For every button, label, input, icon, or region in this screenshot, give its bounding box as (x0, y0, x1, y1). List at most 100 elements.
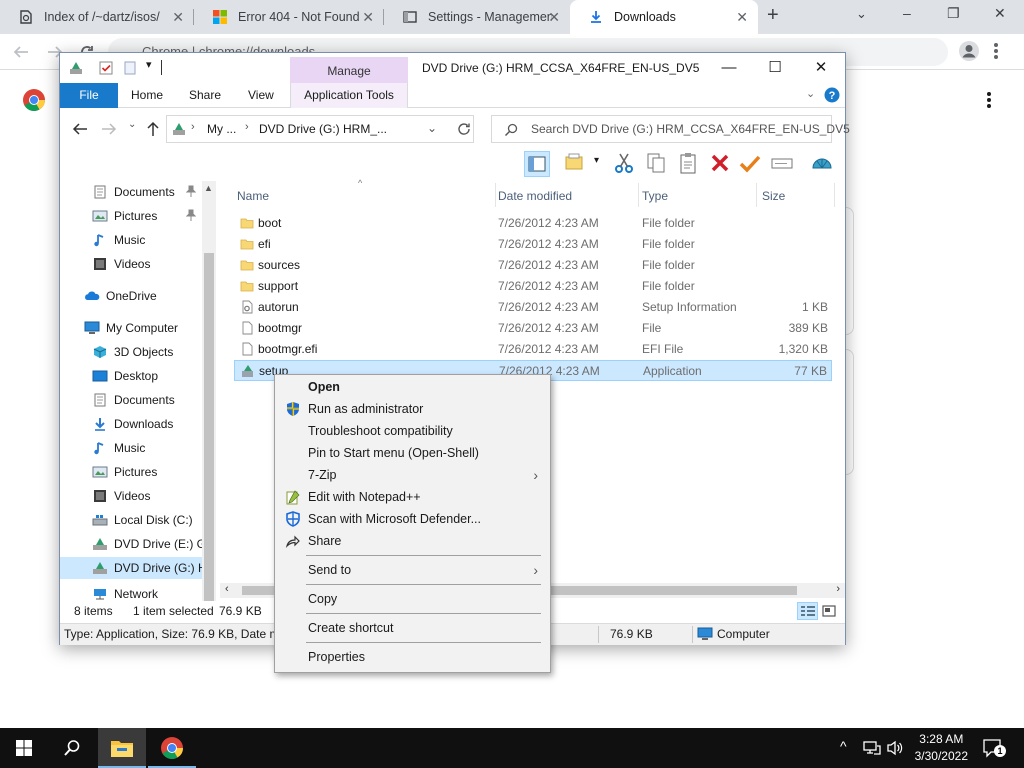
chrome-minimize-button[interactable]: – (903, 5, 911, 21)
notification-center-button[interactable]: 1 (982, 738, 1006, 758)
chrome-close-button[interactable]: ✕ (994, 5, 1006, 22)
rename-button[interactable] (770, 151, 796, 177)
column-divider[interactable] (756, 183, 757, 207)
chrome-tab-2[interactable]: Error 404 - Not Found ✕ (194, 0, 384, 34)
recent-locations-chevron-icon[interactable]: ⌄ (128, 119, 136, 130)
new-tab-button[interactable]: + (767, 4, 779, 27)
open-shell-settings-button[interactable] (810, 151, 836, 177)
column-header-size[interactable]: Size (762, 185, 785, 207)
search-input[interactable]: Search DVD Drive (G:) HRM_CCSA_X64FRE_EN… (491, 115, 850, 143)
page-menu-icon[interactable] (986, 91, 992, 109)
file-row-efi[interactable]: efi 7/26/2012 4:23 AM File folder (234, 234, 832, 255)
tab-view[interactable]: View (248, 83, 274, 108)
file-row-autorun[interactable]: autorun 7/26/2012 4:23 AM Setup Informatio… (234, 297, 832, 318)
profile-avatar-icon[interactable] (958, 40, 980, 62)
file-row-boot[interactable]: boot 7/26/2012 4:23 AM File folder (234, 213, 832, 234)
tab-application-tools[interactable]: Application Tools (290, 83, 408, 108)
menu-item-7-zip[interactable]: 7-Zip › (277, 464, 548, 486)
close-icon[interactable]: ✕ (736, 9, 748, 26)
address-bar[interactable]: › My ... › DVD Drive (G:) HRM_... ⌄ (166, 115, 474, 143)
menu-item-share[interactable]: Share (277, 530, 548, 552)
taskbar-search-button[interactable] (48, 728, 96, 768)
tab-search-button[interactable]: ⌄ (856, 6, 867, 22)
file-row-sources[interactable]: sources 7/26/2012 4:23 AM File folder (234, 255, 832, 276)
nav-item-dvd-drive-g-h[interactable]: DVD Drive (G:) H (60, 557, 202, 579)
scroll-up-arrow-icon[interactable]: ▲ (204, 183, 213, 193)
breadcrumb-segment-1[interactable]: My ... (207, 122, 236, 136)
taskbar-file-explorer[interactable] (98, 728, 146, 768)
tab-home[interactable]: Home (131, 83, 163, 108)
network-status-icon[interactable] (863, 740, 881, 756)
menu-item-run-as-administrator[interactable]: Run as administrator (277, 398, 548, 420)
ribbon-expand-chevron-icon[interactable]: ⌄ (806, 87, 815, 100)
scroll-right-arrow-icon[interactable]: › (836, 583, 840, 595)
show-hidden-icons-chevron-icon[interactable]: ^ (840, 738, 847, 754)
chrome-tab-3[interactable]: Settings - Managemen ✕ (384, 0, 570, 34)
nav-item-my-computer[interactable]: My Computer (60, 317, 202, 339)
new-folder-quick-icon[interactable] (122, 60, 138, 76)
menu-item-copy[interactable]: Copy (277, 588, 548, 610)
nav-item-videos[interactable]: Videos (60, 253, 202, 275)
menu-item-edit-with-notepadplusplus[interactable]: Edit with Notepad++ (277, 486, 548, 508)
scroll-left-arrow-icon[interactable]: ‹ (225, 583, 229, 595)
close-icon[interactable]: ✕ (172, 9, 184, 26)
properties-quick-icon[interactable] (98, 60, 114, 76)
quick-access-dropdown-icon[interactable]: ▾ (146, 58, 152, 71)
cut-button[interactable] (612, 151, 638, 177)
column-header-type[interactable]: Type (642, 185, 668, 207)
tab-file[interactable]: File (60, 83, 118, 108)
preview-pane-button[interactable] (524, 151, 550, 177)
nav-item-pictures[interactable]: Pictures (60, 461, 202, 483)
file-row-bootmgr[interactable]: bootmgr 7/26/2012 4:23 AM File 389 KB (234, 318, 832, 339)
close-icon[interactable]: ✕ (548, 9, 560, 26)
menu-item-pin-to-start-menu-open-shell[interactable]: Pin to Start menu (Open-Shell) (277, 442, 548, 464)
nav-item-music[interactable]: Music (60, 229, 202, 251)
up-arrow-icon[interactable] (146, 121, 160, 137)
nav-item-documents[interactable]: Documents (60, 181, 202, 203)
menu-item-create-shortcut[interactable]: Create shortcut (277, 617, 548, 639)
close-button[interactable]: ✕ (798, 53, 844, 83)
toolbar-dropdown-icon[interactable]: ▾ (594, 155, 599, 166)
nav-item-music[interactable]: Music (60, 437, 202, 459)
nav-item-pictures[interactable]: Pictures (60, 205, 202, 227)
menu-item-send-to[interactable]: Send to › (277, 559, 548, 581)
nav-item-documents[interactable]: Documents (60, 389, 202, 411)
close-icon[interactable]: ✕ (362, 9, 374, 26)
nav-item-local-disk-c[interactable]: Local Disk (C:) (60, 509, 202, 531)
volume-icon[interactable] (886, 740, 904, 756)
details-pane-button[interactable] (563, 151, 589, 177)
chrome-tab-4-active[interactable]: Downloads ✕ (570, 0, 758, 34)
chrome-restore-button[interactable]: ❐ (947, 5, 960, 22)
nav-item-desktop[interactable]: Desktop (60, 365, 202, 387)
nav-item-onedrive[interactable]: OneDrive (60, 285, 202, 307)
minimize-button[interactable]: — (706, 53, 752, 83)
column-divider[interactable] (638, 183, 639, 207)
large-icons-view-button[interactable] (821, 603, 837, 619)
column-header-date[interactable]: Date modified (498, 185, 572, 207)
menu-item-open[interactable]: Open (277, 376, 548, 398)
tab-share[interactable]: Share (189, 83, 221, 108)
maximize-button[interactable]: ☐ (752, 53, 798, 83)
details-view-button[interactable] (797, 602, 818, 620)
copy-button[interactable] (644, 151, 670, 177)
back-arrow-icon[interactable] (72, 122, 88, 136)
file-row-bootmgr-efi[interactable]: bootmgr.efi 7/26/2012 4:23 AM EFI File 1,32… (234, 339, 832, 360)
column-divider[interactable] (834, 183, 835, 207)
taskbar-clock[interactable]: 3:28 AM 3/30/2022 (915, 731, 968, 765)
paste-button[interactable] (676, 151, 702, 177)
nav-item-network[interactable]: Network (60, 583, 202, 601)
menu-item-troubleshoot-compatibility[interactable]: Troubleshoot compatibility (277, 420, 548, 442)
taskbar-chrome[interactable] (148, 728, 196, 768)
breadcrumb-segment-2[interactable]: DVD Drive (G:) HRM_... (259, 122, 387, 136)
refresh-icon[interactable] (457, 122, 471, 136)
nav-item-3d-objects[interactable]: 3D Objects (60, 341, 202, 363)
address-dropdown-icon[interactable]: ⌄ (427, 121, 437, 135)
chrome-tab-1[interactable]: Index of /~dartz/isos/ ✕ (0, 0, 194, 34)
column-header-name[interactable]: Name (237, 185, 269, 207)
nav-item-dvd-drive-e-gs[interactable]: DVD Drive (E:) GS (60, 533, 202, 555)
file-row-support[interactable]: support 7/26/2012 4:23 AM File folder (234, 276, 832, 297)
forward-arrow-icon[interactable] (101, 122, 117, 136)
start-button[interactable] (0, 728, 48, 768)
delete-button[interactable] (708, 151, 734, 177)
chrome-menu-icon[interactable] (993, 41, 999, 61)
